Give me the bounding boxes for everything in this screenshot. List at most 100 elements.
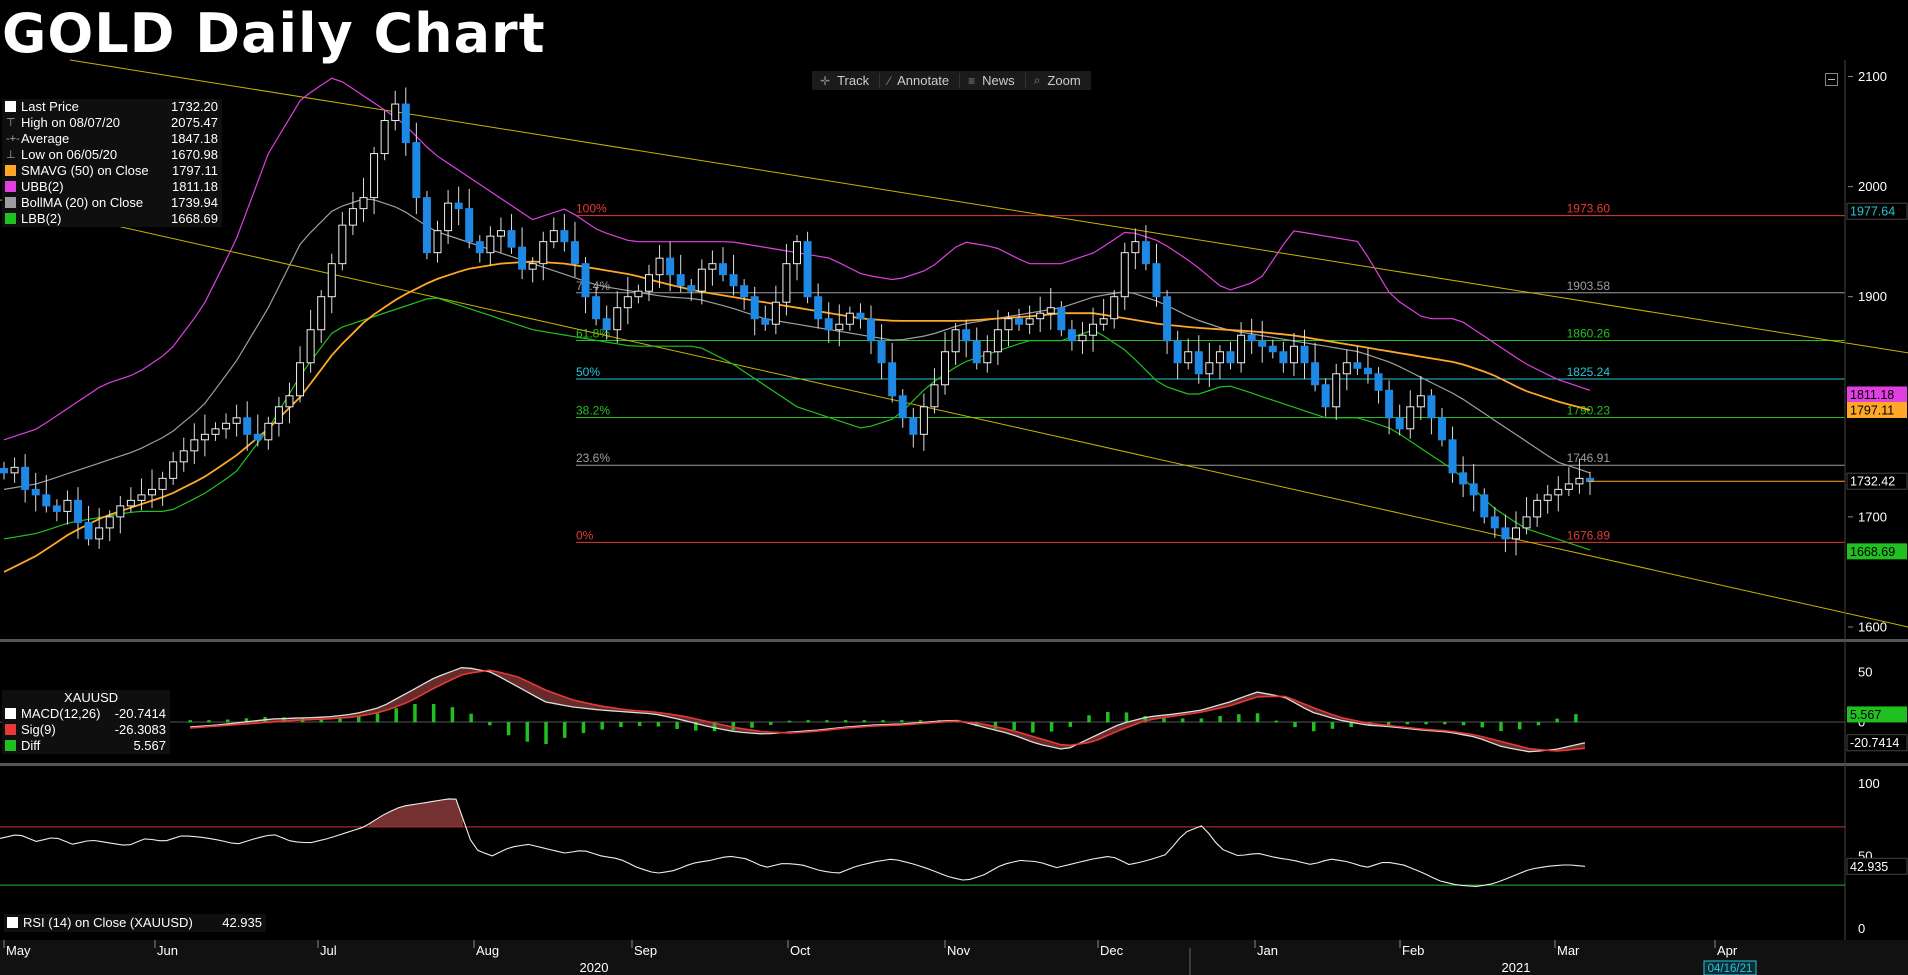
candle bbox=[1057, 307, 1066, 331]
candle bbox=[793, 241, 801, 265]
month-label: Sep bbox=[634, 943, 657, 958]
candle bbox=[1501, 527, 1510, 540]
legend-swatch bbox=[5, 724, 16, 735]
rsi-legend: RSI (14) on Close (XAUUSD) 42.935 bbox=[4, 914, 266, 932]
track-button[interactable]: ✛ Track bbox=[812, 73, 881, 88]
candle bbox=[814, 296, 823, 320]
candle bbox=[169, 461, 178, 479]
price-legend-value: 1732.20 bbox=[171, 99, 218, 114]
candle bbox=[877, 340, 886, 364]
ma-line bbox=[3, 297, 1591, 551]
candle bbox=[433, 230, 442, 254]
crosshair-icon: ✛ bbox=[820, 73, 831, 88]
candle bbox=[1533, 499, 1542, 518]
candle bbox=[644, 274, 653, 292]
candle bbox=[1110, 296, 1119, 320]
price-legend-label: High on 08/07/20 bbox=[21, 115, 121, 130]
macd-histogram-bar bbox=[806, 720, 810, 723]
legend-swatch bbox=[5, 708, 16, 719]
price-legend-row: UBB(2) 1811.18 bbox=[2, 179, 222, 195]
candle bbox=[803, 241, 812, 298]
macd-histogram-bar bbox=[1237, 714, 1241, 723]
macd-legend-label: MACD(12,26) bbox=[21, 706, 101, 721]
candle bbox=[941, 351, 950, 386]
macd-histogram-bar bbox=[600, 722, 604, 730]
month-label: May bbox=[6, 943, 31, 958]
macd-fill bbox=[190, 667, 1585, 752]
macd-histogram-bar bbox=[562, 722, 567, 738]
rsi-tick-label: 100 bbox=[1858, 776, 1880, 791]
zoom-button[interactable]: ⌕ Zoom bbox=[1026, 73, 1091, 88]
legend-glyph: ⊤ bbox=[6, 117, 16, 129]
candle bbox=[243, 417, 252, 435]
collapse-icon[interactable] bbox=[1825, 73, 1838, 86]
macd-legend-label: Sig(9) bbox=[21, 722, 56, 737]
candle bbox=[222, 422, 231, 430]
macd-histogram-bar bbox=[525, 722, 530, 742]
candle bbox=[95, 527, 104, 540]
candle bbox=[21, 466, 30, 490]
price-legend-value: 1847.18 bbox=[171, 131, 218, 146]
year-label: 2021 bbox=[1502, 960, 1531, 975]
annotate-label: Annotate bbox=[897, 73, 950, 88]
fib-label: 50% bbox=[576, 365, 600, 379]
candle bbox=[993, 329, 1002, 353]
candle bbox=[1226, 351, 1235, 364]
legend-swatch bbox=[5, 165, 16, 176]
month-label: Jun bbox=[157, 943, 178, 958]
rsi-overbought-fill bbox=[369, 798, 464, 827]
macd-histogram-bar bbox=[637, 722, 642, 727]
macd-tick-label: 50 bbox=[1858, 665, 1872, 680]
candle bbox=[1025, 318, 1034, 325]
candle bbox=[718, 263, 727, 276]
candle bbox=[190, 439, 199, 452]
upper-trendline bbox=[69, 59, 1908, 354]
macd-histogram-bar bbox=[1274, 720, 1279, 723]
news-button[interactable]: ≡ News bbox=[960, 73, 1026, 88]
candle bbox=[1131, 241, 1140, 254]
candle bbox=[126, 499, 135, 507]
candle bbox=[740, 285, 749, 298]
candle bbox=[1374, 373, 1383, 391]
candle bbox=[676, 274, 685, 287]
month-label: Oct bbox=[790, 943, 811, 958]
macd-legend-row: Sig(9) -26.3083 bbox=[2, 722, 170, 738]
panel-divider bbox=[0, 639, 1908, 642]
candle bbox=[1575, 477, 1584, 485]
candle bbox=[444, 202, 453, 232]
fib-label: 100% bbox=[576, 202, 607, 216]
candle bbox=[750, 296, 759, 320]
macd-histogram-bar bbox=[656, 722, 661, 727]
rsi-panel: 05010042.935 bbox=[0, 776, 1908, 936]
price-legend-row: BollMA (20) on Close 1739.94 bbox=[2, 195, 222, 211]
macd-histogram-bar bbox=[450, 707, 455, 723]
date-badge: 04/16/21 bbox=[1708, 963, 1753, 975]
price-tick-label: 1700 bbox=[1858, 509, 1887, 524]
candle bbox=[74, 499, 83, 523]
candle bbox=[983, 351, 992, 364]
candle bbox=[31, 488, 40, 496]
candle bbox=[835, 323, 844, 331]
macd-histogram-bar bbox=[1536, 722, 1541, 726]
candle bbox=[1194, 351, 1203, 375]
candle bbox=[1385, 389, 1394, 419]
candle bbox=[486, 235, 495, 254]
candle bbox=[1279, 351, 1288, 364]
price-badge: 1811.18 bbox=[1850, 388, 1894, 402]
candle bbox=[518, 246, 527, 270]
fib-value: 1903.58 bbox=[1567, 279, 1611, 293]
chart-canvas: 160017001800190020002100100%1973.6076.4%… bbox=[0, 59, 1908, 975]
candle bbox=[1078, 334, 1087, 342]
macd-histogram-bar bbox=[1386, 722, 1391, 725]
candle bbox=[327, 263, 336, 298]
candle bbox=[148, 488, 157, 496]
macd-histogram-bar bbox=[1517, 722, 1522, 730]
candle bbox=[137, 494, 146, 501]
chart-toolbar: ✛ Track ⁄ Annotate ≡ News ⌕ Zoom bbox=[812, 71, 1091, 90]
annotate-button[interactable]: ⁄ Annotate bbox=[880, 73, 961, 88]
month-label: Apr bbox=[1717, 943, 1738, 958]
candle bbox=[919, 406, 928, 435]
macd-histogram-bar bbox=[1199, 718, 1204, 723]
macd-histogram-bar bbox=[750, 722, 754, 728]
candle bbox=[1363, 367, 1372, 375]
